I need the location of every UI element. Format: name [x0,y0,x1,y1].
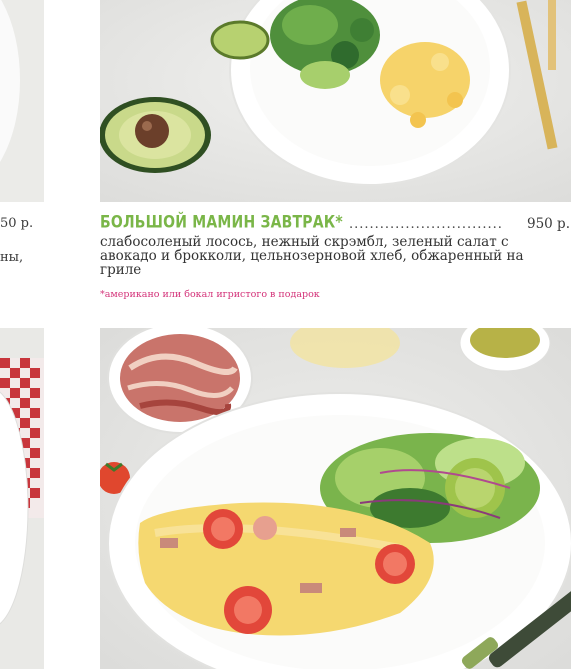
dish-header: БОЛЬШОЙ МАМИН ЗАВТРАК* .................… [100,213,570,232]
dish-promo-note: *американо или бокал игристого в подарок [100,289,320,300]
dish-price: 950 р. [527,216,570,232]
left-price-fragment: 50 р. [0,216,34,231]
dish-entry: БОЛЬШОЙ МАМИН ЗАВТРАК* .................… [100,213,570,300]
dish-leader-dots: .............................. [348,217,503,232]
photo-omelette-plate [100,328,571,669]
left-description-fragment: ны, [0,250,24,265]
photo-scrambled-eggs-plate [100,0,571,202]
dish-title: БОЛЬШОЙ МАМИН ЗАВТРАК* [100,213,343,232]
dish-description: слабосоленый лосось, нежный скрэмбл, зел… [100,234,524,278]
photo-left-top [0,0,44,202]
photo-left-bottom [0,328,44,669]
